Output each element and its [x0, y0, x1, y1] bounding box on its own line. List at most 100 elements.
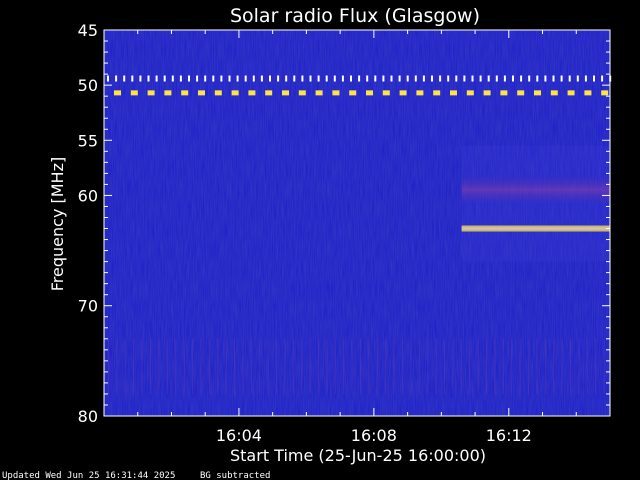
- series-1-burst: [248, 90, 256, 96]
- spectrogram-page: 45 50 55 60 70 80 16:04 16:08 16:12 Solar radio …: [0, 0, 640, 480]
- series-0-dot: [196, 75, 199, 82]
- series-1-burst: [181, 90, 189, 96]
- series-1-burst: [147, 90, 155, 96]
- series-0-dot: [431, 75, 433, 82]
- series-0-dot: [131, 75, 134, 82]
- series-0-dot: [374, 75, 377, 82]
- series-0-dot: [520, 75, 523, 82]
- series-0-dot: [244, 75, 247, 82]
- striation: [418, 338, 420, 394]
- series-0-dot: [163, 75, 166, 82]
- series-1-burst: [332, 90, 340, 96]
- striation: [284, 338, 286, 394]
- series-0-dot: [576, 75, 579, 82]
- striation: [427, 338, 429, 394]
- series-0-dot: [228, 75, 231, 82]
- series-1-burst: [214, 90, 222, 96]
- series-0-dot: [455, 75, 458, 82]
- striation: [536, 338, 538, 394]
- striation: [578, 338, 580, 394]
- series-1-burst: [550, 90, 558, 96]
- series-0-dot: [212, 75, 215, 82]
- series-0-dot: [487, 75, 490, 82]
- series-0-dot: [139, 75, 142, 82]
- series-0-dot: [366, 75, 369, 82]
- series-0-dot: [358, 75, 361, 82]
- spectrogram-chart: 45 50 55 60 70 80 16:04 16:08 16:12 Solar radio …: [2, 5, 612, 480]
- y-tick-label: 45: [78, 21, 98, 40]
- footer-note: BG subtracted: [200, 471, 270, 480]
- striation: [192, 338, 193, 394]
- series-1-burst: [601, 90, 609, 96]
- series-1-burst: [567, 90, 575, 96]
- series-0-dot: [544, 75, 547, 82]
- series-0-dot: [325, 75, 328, 82]
- striation: [469, 338, 471, 394]
- striation: [519, 338, 521, 394]
- series-0-dot: [301, 75, 304, 82]
- series-0-dot: [277, 75, 280, 82]
- series-0-dot: [333, 75, 336, 82]
- striation: [141, 338, 143, 394]
- chart-title: Solar radio Flux (Glasgow): [230, 5, 480, 27]
- striation: [267, 338, 269, 394]
- series-1-burst: [450, 90, 457, 96]
- series-1-burst: [584, 90, 592, 96]
- striation: [326, 338, 328, 394]
- series-1-burst: [500, 90, 508, 96]
- series-3-region: [461, 145, 610, 262]
- series-0-dot: [220, 75, 223, 82]
- x-tick-label: 16:12: [486, 426, 532, 445]
- series-0-dot: [252, 75, 255, 82]
- series-1-burst: [416, 90, 424, 96]
- striation: [494, 338, 496, 394]
- striation: [435, 338, 437, 394]
- striation: [553, 338, 555, 394]
- series-0-dot: [115, 75, 118, 82]
- series-1-burst: [164, 90, 172, 96]
- series-0-dot: [422, 75, 425, 82]
- series-0-dot: [528, 75, 531, 82]
- striation: [259, 338, 261, 394]
- series-0-dot: [147, 75, 150, 82]
- striation: [410, 338, 412, 394]
- series-1-burst: [433, 90, 441, 96]
- striation: [393, 338, 395, 394]
- series-0-dot: [309, 75, 312, 82]
- y-tick-label: 80: [78, 407, 98, 426]
- series-0-dot: [414, 75, 417, 82]
- series-0-dot: [179, 75, 182, 82]
- striation: [208, 338, 210, 394]
- striation: [385, 338, 387, 394]
- series-1-burst: [315, 90, 323, 96]
- series-1-burst: [265, 90, 273, 96]
- footer-updated: Updated Wed Jun 25 16:31:44 2025: [2, 471, 175, 480]
- series-0-dot: [503, 75, 506, 82]
- striation: [511, 338, 513, 394]
- series-0-dot: [236, 75, 239, 82]
- series-0-dot: [568, 75, 571, 82]
- striation: [133, 338, 135, 394]
- striation: [376, 338, 378, 394]
- y-tick-label: 60: [78, 186, 98, 205]
- series-0-dot: [285, 75, 288, 82]
- striation: [166, 338, 168, 394]
- striation: [351, 338, 353, 394]
- striation: [225, 338, 227, 394]
- series-1-burst: [282, 90, 289, 96]
- striation: [544, 338, 546, 394]
- striation: [334, 338, 336, 394]
- series-0-dot: [439, 75, 442, 82]
- striation: [158, 338, 160, 394]
- series-0-dot: [471, 75, 474, 82]
- series-1-burst: [466, 90, 474, 96]
- striation: [200, 338, 202, 394]
- striation: [318, 338, 319, 394]
- y-tick-label: 50: [78, 76, 98, 95]
- series-1-burst: [198, 90, 205, 96]
- striation: [108, 338, 109, 394]
- striation: [276, 338, 277, 394]
- striation: [217, 338, 219, 394]
- striation: [116, 338, 118, 394]
- series-0-dot: [260, 75, 263, 82]
